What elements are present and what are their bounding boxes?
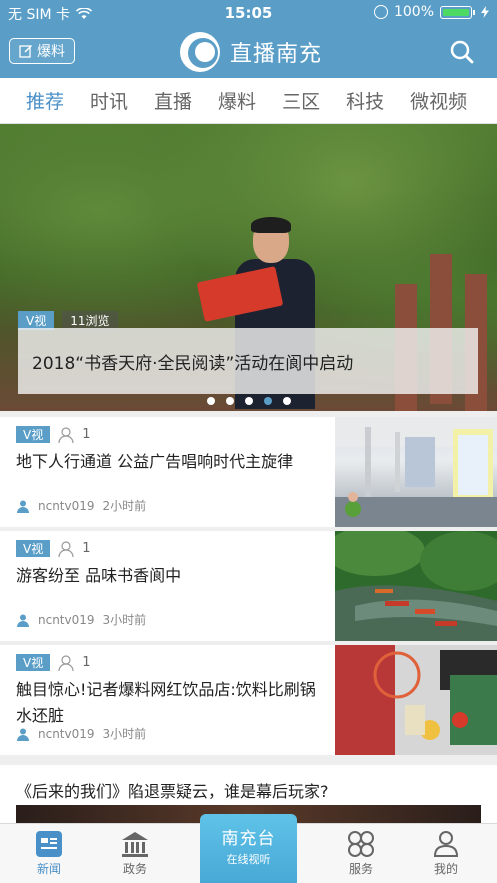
rotation-lock-icon xyxy=(373,5,388,19)
news-list-item[interactable]: V视 1 地下人行通道 公益广告唱响时代主旋律 ncntv019 2小时前 xyxy=(0,417,497,527)
battery-percent: 100% xyxy=(393,4,434,20)
news-author: ncntv019 xyxy=(38,726,95,741)
carousel-dots xyxy=(0,397,497,405)
news-tag-badge: V视 xyxy=(16,540,51,557)
featured-title: 《后来的我们》陷退票疑云，谁是幕后玩家? xyxy=(16,782,329,801)
news-author: ncntv019 xyxy=(38,612,95,627)
author-avatar-icon xyxy=(17,614,29,627)
author-avatar-icon xyxy=(17,500,29,513)
user-icon xyxy=(58,426,74,443)
tab-baoliao[interactable]: 爆料 xyxy=(205,87,269,114)
news-title: 触目惊心!记者爆料网红饮品店:饮料比刷锅水还脏 xyxy=(16,680,316,725)
tabbar-gov[interactable]: 政务 xyxy=(100,830,170,877)
tabbar-news-label: 新闻 xyxy=(36,862,61,876)
tabbar-service[interactable]: 服务 xyxy=(326,830,396,877)
view-count: 1 xyxy=(82,427,91,442)
status-right: 100% xyxy=(373,4,489,20)
carousel-dot[interactable] xyxy=(282,397,291,405)
hero-banner[interactable]: V视 11浏览 2018“书香天府·全民阅读”活动在阆中启动 xyxy=(0,124,497,411)
news-meta: V视 1 xyxy=(16,540,91,557)
news-list-item[interactable]: V视 1 触目惊心!记者爆料网红饮品店:饮料比刷锅水还脏 ncntv019 3小… xyxy=(0,645,497,755)
news-footer: ncntv019 3小时前 xyxy=(16,725,146,742)
battery-icon xyxy=(440,5,472,19)
profile-icon xyxy=(433,831,459,857)
user-icon xyxy=(58,654,74,671)
search-icon[interactable] xyxy=(449,39,475,65)
thumb-underpass-scene xyxy=(335,417,497,527)
tabbar-center-title: 南充台 xyxy=(221,829,276,849)
news-tag-badge: V视 xyxy=(16,426,51,443)
battery-tip xyxy=(473,9,475,15)
tabbar-service-label: 服务 xyxy=(348,862,373,876)
app-title: 直播南充 xyxy=(230,42,323,67)
view-count: 1 xyxy=(82,655,91,670)
charging-icon xyxy=(481,6,489,18)
news-thumbnail xyxy=(335,417,497,527)
news-icon xyxy=(36,831,62,857)
category-tabs: 推荐 时讯 直播 爆料 三区 科技 微视频 xyxy=(0,78,497,124)
tabbar-center-subtitle: 在线视听 xyxy=(226,853,271,866)
tab-tech[interactable]: 科技 xyxy=(333,87,397,114)
news-footer: ncntv019 3小时前 xyxy=(16,611,146,628)
carousel-dot-active[interactable] xyxy=(263,397,272,405)
thumb-river-scene xyxy=(335,531,497,641)
news-meta: V视 1 xyxy=(16,426,91,443)
news-thumbnail xyxy=(335,531,497,641)
app-logo: 直播南充 xyxy=(180,32,322,72)
bottom-tab-bar: 新闻 政务 南充台 在线视听 服务 我的 xyxy=(0,814,497,883)
tab-live[interactable]: 直播 xyxy=(141,87,205,114)
tabbar-news[interactable]: 新闻 xyxy=(14,830,84,877)
tabbar-mine-label: 我的 xyxy=(433,862,458,876)
news-meta: V视 1 xyxy=(16,654,91,671)
baoliao-label: 爆料 xyxy=(37,44,65,60)
app-root: 无 SIM 卡 15:05 100% 爆料 直播南充 推荐 时讯 直播 爆料 三… xyxy=(0,0,497,883)
tab-news-flash[interactable]: 时讯 xyxy=(77,87,141,114)
app-header: 爆料 直播南充 xyxy=(0,26,497,78)
news-time: 3小时前 xyxy=(102,727,147,741)
news-tag-badge: V视 xyxy=(16,654,51,671)
news-title: 游客纷至 品味书香阆中 xyxy=(16,566,182,585)
status-bar: 无 SIM 卡 15:05 100% xyxy=(0,0,497,26)
news-footer: ncntv019 2小时前 xyxy=(16,497,146,514)
view-count: 1 xyxy=(82,541,91,556)
thumb-drink-shop-scene xyxy=(335,645,497,755)
service-grid-icon xyxy=(348,831,374,857)
logo-mark-icon xyxy=(180,32,220,72)
user-icon xyxy=(58,540,74,557)
news-author: ncntv019 xyxy=(38,498,95,513)
carousel-dot[interactable] xyxy=(206,397,215,405)
news-list-item[interactable]: V视 1 游客纷至 品味书香阆中 ncntv019 3小时前 xyxy=(0,531,497,641)
tabbar-mine[interactable]: 我的 xyxy=(411,830,481,877)
news-time: 2小时前 xyxy=(102,499,147,513)
government-building-icon xyxy=(122,832,148,857)
news-time: 3小时前 xyxy=(102,613,147,627)
author-avatar-icon xyxy=(17,728,29,741)
carousel-dot[interactable] xyxy=(225,397,234,405)
hero-figure-hair xyxy=(251,217,291,233)
tab-micro-video[interactable]: 微视频 xyxy=(397,87,480,114)
baoliao-button[interactable]: 爆料 xyxy=(9,38,75,64)
tab-three-districts[interactable]: 三区 xyxy=(269,87,333,114)
edit-icon xyxy=(19,44,33,58)
tabbar-gov-label: 政务 xyxy=(122,862,147,876)
news-thumbnail xyxy=(335,645,497,755)
tabbar-live-tv-button[interactable]: 南充台 在线视听 xyxy=(200,814,297,883)
hero-caption: 2018“书香天府·全民阅读”活动在阆中启动 xyxy=(18,328,478,394)
carousel-dot[interactable] xyxy=(244,397,253,405)
tab-recommend[interactable]: 推荐 xyxy=(0,87,77,114)
news-title: 地下人行通道 公益广告唱响时代主旋律 xyxy=(16,452,294,471)
